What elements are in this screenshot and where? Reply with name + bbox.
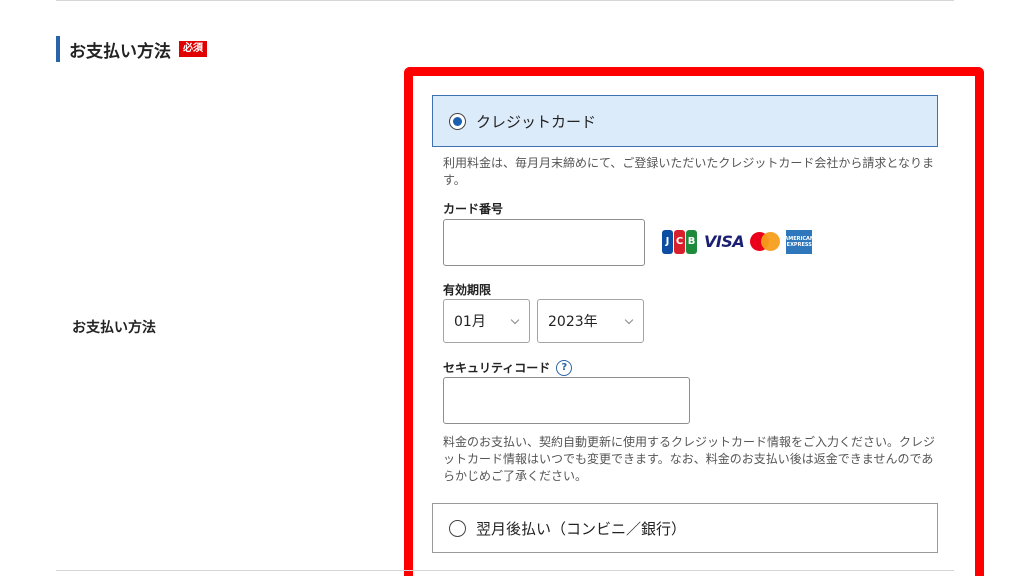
section-header: お支払い方法 必須 [56, 36, 207, 62]
billing-description: 利用料金は、毎月月末締めにて、ご登録いただいたクレジットカード会社から請求となり… [443, 156, 935, 187]
deferred-payment-option-label: 翌月後払い（コンビニ／銀行） [476, 519, 687, 538]
jcb-letter-c: C [674, 229, 685, 254]
card-number-input[interactable] [443, 219, 645, 266]
amex-icon: AMERICAN EXPRESS [784, 229, 814, 254]
chevron-down-icon [510, 315, 520, 325]
deferred-payment-option[interactable]: 翌月後払い（コンビニ／銀行） [432, 503, 938, 553]
credit-card-option[interactable]: クレジットカード [432, 95, 938, 147]
expiry-year-select[interactable]: 2023年 [537, 299, 644, 343]
expiry-year-value: 2023年 [548, 314, 598, 330]
credit-card-option-label: クレジットカード [476, 112, 597, 131]
expiry-month-select[interactable]: 01月 [443, 299, 530, 343]
jcb-icon: J C B [662, 229, 698, 254]
deferred-payment-radio[interactable] [449, 519, 466, 537]
visa-icon: VISA [704, 232, 745, 251]
card-brand-logos: J C B VISA AMERICAN EXPRESS [662, 229, 814, 254]
expiry-label: 有効期限 [443, 281, 491, 298]
security-code-input[interactable] [443, 377, 690, 424]
bottom-divider [56, 570, 954, 571]
payment-note: 料金のお支払い、契約自動更新に使用するクレジットカード情報をご入力ください。クレ… [443, 435, 936, 483]
jcb-letter-b: B [686, 229, 697, 254]
section-accent-bar [56, 36, 60, 62]
expiry-month-value: 01月 [454, 314, 486, 330]
amex-line-2: EXPRESS [786, 241, 812, 248]
card-number-label: カード番号 [443, 200, 503, 217]
security-code-label: セキュリティコード ? [443, 359, 573, 376]
chevron-down-icon [624, 315, 634, 325]
jcb-letter-j: J [662, 229, 673, 254]
payment-method-row-label: お支払い方法 [72, 320, 156, 336]
help-icon[interactable]: ? [556, 359, 573, 376]
expiry-label-text: 有効期限 [443, 283, 492, 297]
top-divider [56, 0, 954, 1]
radio-selected-dot [453, 116, 462, 126]
mastercard-icon [750, 232, 781, 251]
security-code-label-text: セキュリティコード [443, 361, 551, 375]
required-badge: 必須 [179, 41, 207, 57]
card-number-label-text: カード番号 [443, 202, 504, 216]
credit-card-radio[interactable] [449, 112, 466, 130]
section-title: お支払い方法 [69, 41, 171, 62]
